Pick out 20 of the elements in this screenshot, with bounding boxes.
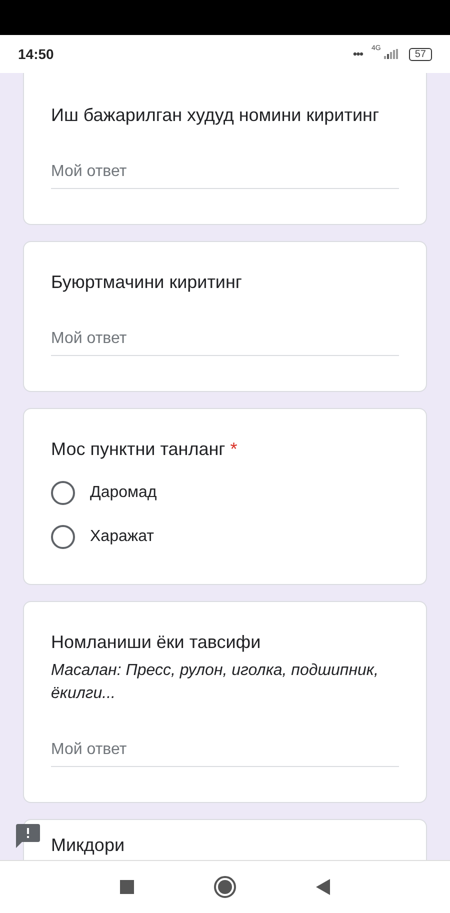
question-title: Мос пунктни танланг * (51, 438, 238, 461)
answer-field[interactable]: Мой ответ (51, 326, 399, 356)
status-time: 14:50 (18, 46, 54, 62)
feedback-icon[interactable] (16, 824, 40, 848)
answer-field[interactable]: Мой ответ (51, 737, 399, 767)
answer-field[interactable]: Мой ответ (51, 159, 399, 189)
question-title: Микдори (51, 834, 126, 856)
radio-button[interactable] (51, 525, 75, 549)
battery-level: 57 (408, 48, 432, 60)
question-title: Иш бажарилган худуд номини киритинг (51, 104, 380, 127)
option-label: Харажат (90, 528, 154, 546)
home-icon[interactable] (214, 876, 236, 898)
back-icon[interactable] (316, 879, 330, 895)
question-description: Масалан: Пресс, рулон, иголка, подшипник, ёкилги... (51, 661, 380, 704)
option-label: Даромад (90, 484, 157, 502)
question-title: Номланиши ёки тавсифи (51, 631, 262, 654)
more-notifications-icon: ••• (352, 47, 363, 61)
question-title: Буюртмачини киритинг (51, 271, 243, 294)
signal-icon (384, 49, 398, 59)
radio-button[interactable] (51, 481, 75, 505)
